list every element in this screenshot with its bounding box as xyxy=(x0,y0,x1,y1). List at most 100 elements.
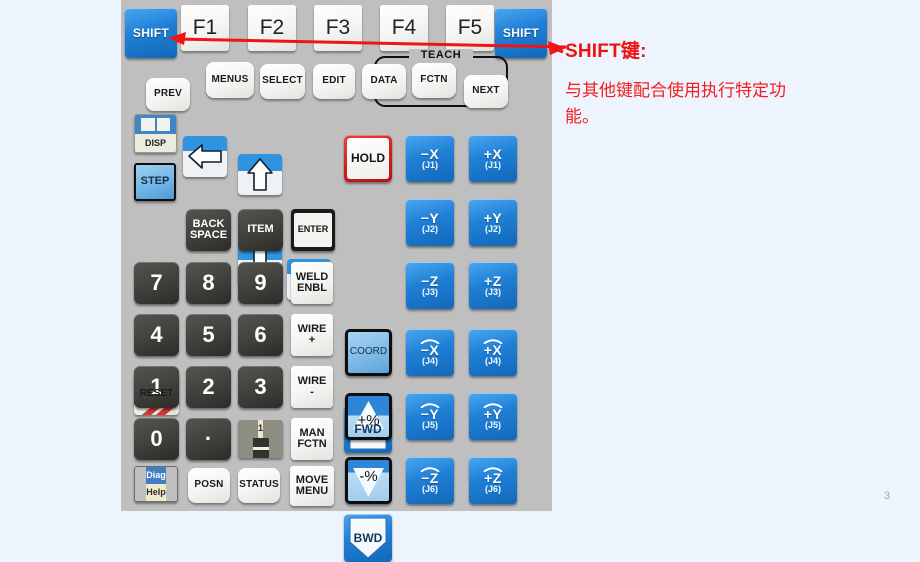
wire-minus-key-label-line2: - xyxy=(310,386,314,398)
numpad-key-8[interactable]: 8 xyxy=(186,262,231,304)
edit-key[interactable]: EDIT xyxy=(313,64,355,99)
arrow-up-icon xyxy=(238,154,282,195)
shift-key-left[interactable]: SHIFT xyxy=(125,8,177,58)
one-minus-key-top-label: 1 xyxy=(257,420,263,439)
enter-key[interactable]: ENTER xyxy=(291,209,335,251)
select-key[interactable]: SELECT xyxy=(260,64,305,99)
arrow-up-key[interactable] xyxy=(238,154,282,195)
numpad-key-0[interactable]: 0 xyxy=(134,418,179,460)
jog-key-minus-j1[interactable]: −X (J1) xyxy=(406,135,454,182)
numpad-key-7-label: 7 xyxy=(150,269,163,295)
arrow-left-icon xyxy=(183,136,227,177)
step-key[interactable]: STEP xyxy=(134,163,176,201)
prev-key-label: PREV xyxy=(153,88,183,100)
posn-key[interactable]: POSN xyxy=(188,468,230,503)
jog-key-plus-j6-joint: (J6) xyxy=(484,483,501,494)
wire-plus-key[interactable]: WIRE + xyxy=(291,314,333,356)
man-fctn-key[interactable]: MAN FCTN xyxy=(291,418,333,460)
item-key[interactable]: ITEM xyxy=(238,209,283,251)
wire-minus-key[interactable]: WIRE - xyxy=(291,366,333,408)
edit-key-label: EDIT xyxy=(322,75,346,87)
select-key-label: SELECT xyxy=(262,75,303,87)
speed-down-key-label: -% xyxy=(359,467,378,485)
numpad-key-5[interactable]: 5 xyxy=(186,314,231,356)
jog-key-minus-j3[interactable]: −Z (J3) xyxy=(406,262,454,309)
shift-key-right[interactable]: SHIFT xyxy=(495,8,547,58)
f5-key-label: F5 xyxy=(457,16,483,40)
item-key-label: ITEM xyxy=(247,223,274,236)
jog-key-plus-j6[interactable]: +Z (J6) xyxy=(469,457,517,504)
numpad-key-dot[interactable]: · xyxy=(186,418,231,460)
one-minus-key[interactable]: 1 xyxy=(238,420,283,458)
coord-key[interactable]: COORD xyxy=(345,329,392,376)
numpad-key-9[interactable]: 9 xyxy=(238,262,283,304)
status-key-label: STATUS xyxy=(239,479,279,491)
backspace-key-label-line2: SPACE xyxy=(189,229,228,241)
numpad-key-7[interactable]: 7 xyxy=(134,262,179,304)
numpad-key-0-label: 0 xyxy=(150,425,163,451)
numpad-key-8-label: 8 xyxy=(202,269,215,295)
jog-key-plus-j2[interactable]: +Y (J2) xyxy=(469,199,517,246)
prev-key[interactable]: PREV xyxy=(146,78,190,111)
next-key[interactable]: NEXT xyxy=(464,75,508,108)
man-fctn-key-label-line2: FCTN xyxy=(297,438,327,450)
numpad-key-2[interactable]: 2 xyxy=(186,366,231,408)
numpad-key-5-label: 5 xyxy=(202,321,215,347)
jog-key-plus-j4-joint: (J4) xyxy=(484,355,501,366)
jog-key-minus-j1-joint: (J1) xyxy=(421,159,438,170)
move-menu-key-label-line2: MENU xyxy=(295,485,329,497)
next-key-label: NEXT xyxy=(472,85,500,97)
jog-key-plus-j2-joint: (J2) xyxy=(484,223,501,234)
speed-down-key[interactable]: -% xyxy=(345,457,392,504)
f2-key-label: F2 xyxy=(259,16,285,40)
numpad-key-4[interactable]: 4 xyxy=(134,314,179,356)
f1-key-label: F1 xyxy=(192,16,218,40)
jog-key-plus-j1-joint: (J1) xyxy=(484,159,501,170)
weld-enbl-key-label-line2: ENBL xyxy=(297,282,327,294)
menus-key[interactable]: MENUS xyxy=(206,62,254,98)
status-key[interactable]: STATUS xyxy=(238,468,280,503)
jog-key-minus-j6[interactable]: −Z (J6) xyxy=(406,457,454,504)
data-key[interactable]: DATA xyxy=(362,64,406,99)
jog-key-minus-j4[interactable]: −X (J4) xyxy=(406,329,454,376)
minus-symbol-icon xyxy=(252,438,269,458)
numpad-key-4-label: 4 xyxy=(150,321,163,347)
annotation-title: SHIFT键: xyxy=(565,41,647,62)
wire-plus-key-label-line2: + xyxy=(308,334,316,346)
disp-key-panes-icon xyxy=(135,115,176,135)
move-menu-key[interactable]: MOVE MENU xyxy=(290,466,334,506)
reset-key-label: RESET xyxy=(139,387,174,399)
jog-key-plus-j4[interactable]: +X (J4) xyxy=(469,329,517,376)
f4-key[interactable]: F4 xyxy=(380,5,428,51)
backspace-key[interactable]: BACK SPACE xyxy=(186,209,231,251)
f3-key[interactable]: F3 xyxy=(314,5,362,51)
fctn-key[interactable]: FCTN xyxy=(412,63,456,98)
bwd-key[interactable]: BWD xyxy=(344,514,392,562)
data-key-label: DATA xyxy=(370,75,398,87)
f2-key[interactable]: F2 xyxy=(248,5,296,51)
jog-key-minus-j3-joint: (J3) xyxy=(421,286,438,297)
hold-key-label: HOLD xyxy=(351,151,385,166)
disp-key[interactable]: DISP xyxy=(134,114,177,153)
enter-key-label: ENTER xyxy=(297,224,329,235)
f5-key[interactable]: F5 xyxy=(446,5,494,51)
hold-key[interactable]: HOLD xyxy=(344,135,392,182)
f3-key-label: F3 xyxy=(325,16,351,40)
jog-key-minus-j2[interactable]: −Y (J2) xyxy=(406,199,454,246)
diag-help-key[interactable]: Diag Help xyxy=(134,466,178,502)
arrow-left-key[interactable] xyxy=(183,136,227,177)
menus-key-label: MENUS xyxy=(211,73,249,85)
weld-enbl-key[interactable]: WELD ENBL xyxy=(291,262,333,304)
jog-key-minus-j2-joint: (J2) xyxy=(421,223,438,234)
jog-key-minus-j5[interactable]: −Y (J5) xyxy=(406,393,454,440)
disp-key-label: DISP xyxy=(135,134,176,152)
jog-key-plus-j5[interactable]: +Y (J5) xyxy=(469,393,517,440)
numpad-key-6[interactable]: 6 xyxy=(238,314,283,356)
jog-key-plus-j1[interactable]: +X (J1) xyxy=(469,135,517,182)
speed-up-key-label: +% xyxy=(357,412,380,430)
help-key-label: Help xyxy=(146,484,166,501)
numpad-key-1[interactable]: 1 xyxy=(134,366,179,408)
jog-key-plus-j3[interactable]: +Z (J3) xyxy=(469,262,517,309)
f1-key[interactable]: F1 xyxy=(181,5,229,51)
numpad-key-3[interactable]: 3 xyxy=(238,366,283,408)
